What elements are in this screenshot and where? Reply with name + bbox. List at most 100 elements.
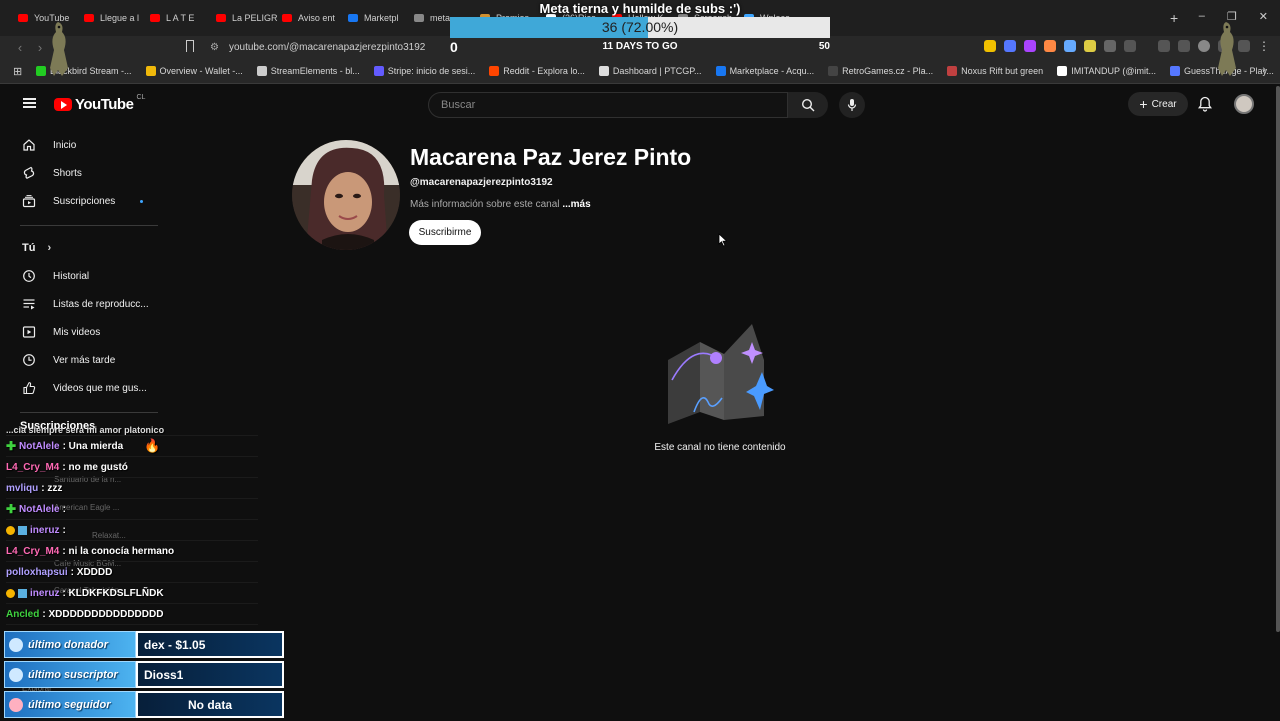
cast-icon[interactable] — [1124, 40, 1136, 52]
create-button[interactable]: + Crear — [1128, 92, 1188, 116]
url-text: youtube.com/@macarenapazjerezpinto3192 — [228, 41, 426, 53]
bookmarks-overflow-icon[interactable]: › — [1262, 64, 1266, 76]
media-icon[interactable] — [1158, 40, 1170, 52]
chat-text: : ni la conocía hermano — [62, 545, 175, 557]
warning-badge-icon — [6, 588, 15, 598]
subscribe-button[interactable]: Suscribirme — [409, 220, 481, 245]
extension-icon[interactable] — [1064, 40, 1076, 52]
tab-favicon-icon — [414, 14, 424, 22]
mouse-cursor-icon — [718, 233, 728, 247]
bookmark-item[interactable]: Stripe: inicio de sesi... — [373, 65, 475, 76]
channel-avatar[interactable] — [292, 140, 400, 250]
chat-text: : KLDKFKDSLFLÑDK — [62, 587, 164, 599]
extension-icon[interactable] — [1044, 40, 1056, 52]
chat-text: : zzz — [41, 482, 63, 494]
sidebar-you-header[interactable]: Tú › — [0, 234, 170, 262]
voice-search-button[interactable] — [839, 92, 865, 118]
sub-badge-icon — [18, 525, 27, 535]
menu-dots-icon[interactable]: ⋮ — [1258, 40, 1270, 52]
search-input[interactable]: Buscar — [428, 92, 788, 118]
bookmark-star-icon[interactable] — [186, 40, 194, 52]
subscriber-icon — [9, 667, 23, 682]
new-tab-button[interactable]: + — [1170, 10, 1178, 26]
bookmark-favicon-icon — [715, 65, 726, 76]
last-donor-alert: último donador dex - $1.05 — [4, 631, 284, 658]
profile-icon[interactable] — [1198, 40, 1210, 52]
bookmark-item[interactable]: Reddit - Explora lo... — [489, 65, 585, 76]
tab-favicon-icon — [18, 14, 28, 22]
sidebar-item-videos-que-me-gustan[interactable]: Videos que me gus... — [0, 374, 170, 402]
page-scrollbar[interactable] — [1276, 86, 1280, 632]
youtube-logo[interactable]: YouTube CL — [54, 94, 145, 113]
history-icon — [22, 269, 36, 283]
sidebar-item-suscripciones[interactable]: Suscripciones — [0, 187, 170, 215]
chat-message: Ancled: XDDDDDDDDDDDDDDD — [6, 604, 258, 625]
bookmark-label: Overview - Wallet -... — [159, 65, 243, 76]
tab-favicon-icon — [282, 14, 292, 22]
channel-handle: @macarenapazjerezpinto3192 — [410, 177, 553, 188]
puzzle-icon[interactable] — [1104, 40, 1116, 52]
extension-icon[interactable] — [984, 40, 996, 52]
tab-title: Marketpl — [364, 13, 399, 23]
search-button[interactable] — [788, 92, 828, 118]
tab-title: meta — [430, 13, 451, 23]
minimize-button[interactable]: – — [1199, 10, 1205, 23]
notifications-bell-icon[interactable] — [1198, 96, 1212, 112]
chat-message: polloxhapsui: XDDDD — [6, 562, 258, 583]
sidebar-item-historial[interactable]: Historial — [0, 262, 170, 290]
bookmarks-bar: ⊞ › Blackbird Stream -... Overview - Wall… — [0, 58, 1280, 84]
goal-progress-bar: 36 (72.00%) — [450, 17, 830, 38]
sidebar-item-ver-mas-tarde[interactable]: Ver más tarde — [0, 346, 170, 374]
bookmark-item[interactable]: StreamElements - bl... — [256, 65, 360, 76]
channel-about-link[interactable]: Más información sobre este canal ...más — [410, 199, 591, 210]
tab-title: L A T E — [166, 13, 195, 23]
bookmark-favicon-icon — [947, 65, 958, 76]
chat-username: polloxhapsui — [6, 566, 68, 578]
close-window-button[interactable]: ✕ — [1259, 10, 1268, 23]
extension-icon[interactable] — [1004, 40, 1016, 52]
bookmark-label: Reddit - Explora lo... — [503, 65, 585, 76]
browser-tab[interactable]: Aviso ent — [278, 0, 344, 36]
sub-goal-overlay: Meta tierna y humilde de subs :') 36 (72… — [450, 0, 830, 60]
chat-text: : XDDDDDDDDDDDDDDD — [42, 608, 164, 620]
chat-username: L4_Cry_M4 — [6, 461, 60, 473]
sidebar-divider — [20, 412, 158, 413]
browser-tab[interactable]: La PELIGR — [212, 0, 278, 36]
chat-username: NotAlele — [19, 503, 60, 515]
apps-grid-icon[interactable]: ⊞ — [13, 65, 22, 78]
back-button[interactable]: ‹ — [10, 40, 30, 55]
chat-text: : Una mierda — [62, 440, 124, 452]
channel-name: Macarena Paz Jerez Pinto — [410, 144, 692, 170]
tab-favicon-icon — [348, 14, 358, 22]
browser-tab[interactable]: Llegue a l — [80, 0, 146, 36]
browser-tab[interactable]: Marketpl — [344, 0, 410, 36]
bookmark-favicon-icon — [828, 65, 839, 76]
tab-favicon-icon — [150, 14, 160, 22]
sidebar-item-playlists[interactable]: Listas de reproducc... — [0, 290, 170, 318]
bookmark-item[interactable]: RetroGames.cz - Pla... — [828, 65, 933, 76]
sidebar-item-inicio[interactable]: Inicio — [0, 131, 170, 159]
last-follower-alert: último seguidor No data — [4, 691, 284, 718]
heart-icon — [9, 697, 23, 712]
bookmark-item[interactable]: Dashboard | PTCGP... — [598, 65, 702, 76]
bookmark-item[interactable]: Noxus Rift but green — [947, 65, 1043, 76]
subscriptions-icon — [22, 194, 36, 208]
browser-tab[interactable]: L A T E — [146, 0, 212, 36]
sidebar-item-shorts[interactable]: Shorts — [0, 159, 170, 187]
site-info-icon[interactable]: ⚙ — [210, 42, 219, 53]
bookmark-favicon-icon — [1170, 65, 1180, 76]
hamburger-menu-icon[interactable] — [23, 98, 36, 108]
bookmark-item[interactable]: Marketplace - Acqu... — [715, 65, 814, 76]
sidebar-icon[interactable] — [1178, 40, 1190, 52]
chat-username: ineruz — [30, 524, 60, 536]
tab-favicon-icon — [84, 14, 94, 22]
sidebar-item-mis-videos[interactable]: Mis videos — [0, 318, 170, 346]
extension-icon[interactable] — [1084, 40, 1096, 52]
extension-icon[interactable] — [1024, 40, 1036, 52]
bookmark-item[interactable]: Overview - Wallet -... — [145, 65, 243, 76]
url-field[interactable]: ⚙ youtube.com/@macarenapazjerezpinto3192 — [210, 36, 425, 58]
chat-message: L4_Cry_M4: no me gustó — [6, 457, 258, 478]
account-avatar[interactable] — [1234, 94, 1254, 114]
bookmark-item[interactable]: IMITANDUP (@imit... — [1057, 65, 1156, 76]
chat-text: : no me gustó — [62, 461, 128, 473]
